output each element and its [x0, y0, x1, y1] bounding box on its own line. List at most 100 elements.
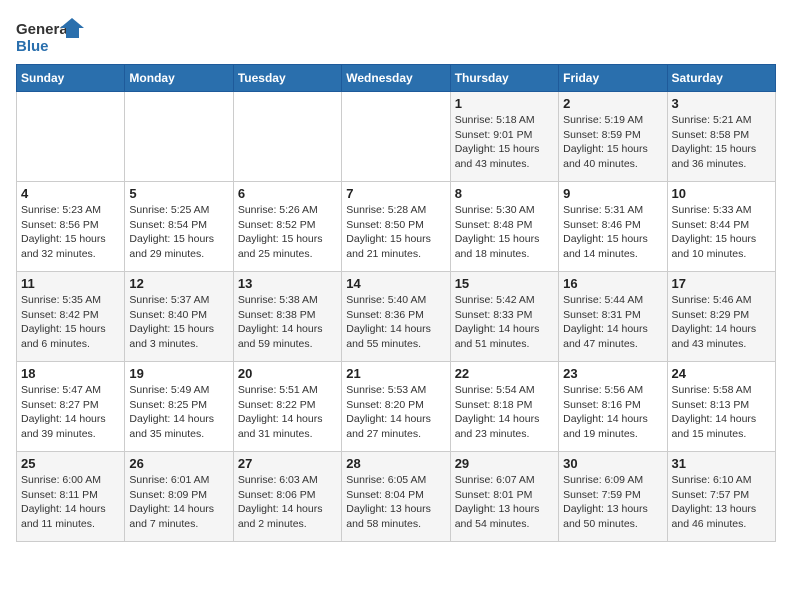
- day-cell: 30 Sunrise: 6:09 AM Sunset: 7:59 PM Dayli…: [559, 452, 667, 542]
- day-cell: 6 Sunrise: 5:26 AM Sunset: 8:52 PM Daylig…: [233, 182, 341, 272]
- weekday-header-wednesday: Wednesday: [342, 65, 450, 92]
- day-cell: 26Sunrise: 6:01 AM Sunset: 8:09 PM Dayli…: [125, 452, 233, 542]
- day-number: 16: [563, 276, 662, 291]
- day-number: 22: [455, 366, 554, 381]
- day-cell: 17 Sunrise: 5:46 AM Sunset: 8:29 PM Dayli…: [667, 272, 775, 362]
- day-info: Sunrise: 5:19 AM Sunset: 8:59 PM Dayligh…: [563, 113, 662, 172]
- day-info: Sunrise: 5:21 AM Sunset: 8:58 PM Dayligh…: [672, 113, 771, 172]
- day-number: 18: [21, 366, 120, 381]
- day-cell: 20 Sunrise: 5:51 AM Sunset: 8:22 PM Dayli…: [233, 362, 341, 452]
- day-info: Sunrise: 6:05 AM Sunset: 8:04 PM Dayligh…: [346, 473, 445, 532]
- day-number: 14: [346, 276, 445, 291]
- day-cell: 28 Sunrise: 6:05 AM Sunset: 8:04 PM Dayli…: [342, 452, 450, 542]
- weekday-header-row: SundayMondayTuesdayWednesdayThursdayFrid…: [17, 65, 776, 92]
- day-info: Sunrise: 6:10 AM Sunset: 7:57 PM Dayligh…: [672, 473, 771, 532]
- day-info: Sunrise: 5:51 AM Sunset: 8:22 PM Dayligh…: [238, 383, 337, 442]
- day-info: Sunrise: 6:09 AM Sunset: 7:59 PM Dayligh…: [563, 473, 662, 532]
- day-number: 15: [455, 276, 554, 291]
- day-cell: [125, 92, 233, 182]
- day-info: Sunrise: 6:00 AM Sunset: 8:11 PM Dayligh…: [21, 473, 120, 532]
- day-cell: 24 Sunrise: 5:58 AM Sunset: 8:13 PM Dayli…: [667, 362, 775, 452]
- day-info: Sunrise: 5:30 AM Sunset: 8:48 PM Dayligh…: [455, 203, 554, 262]
- day-number: 20: [238, 366, 337, 381]
- weekday-header-monday: Monday: [125, 65, 233, 92]
- day-number: 27: [238, 456, 337, 471]
- logo-icon: GeneralBlue: [16, 16, 86, 56]
- day-cell: 2 Sunrise: 5:19 AM Sunset: 8:59 PM Daylig…: [559, 92, 667, 182]
- day-cell: 25 Sunrise: 6:00 AM Sunset: 8:11 PM Dayli…: [17, 452, 125, 542]
- week-row-4: 18 Sunrise: 5:47 AM Sunset: 8:27 PM Dayli…: [17, 362, 776, 452]
- day-cell: 29 Sunrise: 6:07 AM Sunset: 8:01 PM Dayli…: [450, 452, 558, 542]
- day-cell: 14 Sunrise: 5:40 AM Sunset: 8:36 PM Dayli…: [342, 272, 450, 362]
- day-number: 11: [21, 276, 120, 291]
- weekday-header-sunday: Sunday: [17, 65, 125, 92]
- day-cell: 27 Sunrise: 6:03 AM Sunset: 8:06 PM Dayli…: [233, 452, 341, 542]
- weekday-header-friday: Friday: [559, 65, 667, 92]
- day-info: Sunrise: 5:23 AM Sunset: 8:56 PM Dayligh…: [21, 203, 120, 262]
- day-info: Sunrise: 6:03 AM Sunset: 8:06 PM Dayligh…: [238, 473, 337, 532]
- header: GeneralBlue: [16, 16, 776, 56]
- day-number: 29: [455, 456, 554, 471]
- day-cell: 9 Sunrise: 5:31 AM Sunset: 8:46 PM Daylig…: [559, 182, 667, 272]
- day-cell: [342, 92, 450, 182]
- day-cell: 13 Sunrise: 5:38 AM Sunset: 8:38 PM Dayli…: [233, 272, 341, 362]
- day-number: 21: [346, 366, 445, 381]
- day-info: Sunrise: 6:01 AM Sunset: 8:09 PM Dayligh…: [129, 473, 228, 532]
- weekday-header-tuesday: Tuesday: [233, 65, 341, 92]
- day-info: Sunrise: 5:42 AM Sunset: 8:33 PM Dayligh…: [455, 293, 554, 352]
- day-number: 10: [672, 186, 771, 201]
- day-info: Sunrise: 5:40 AM Sunset: 8:36 PM Dayligh…: [346, 293, 445, 352]
- week-row-2: 4 Sunrise: 5:23 AM Sunset: 8:56 PM Daylig…: [17, 182, 776, 272]
- day-info: Sunrise: 5:18 AM Sunset: 9:01 PM Dayligh…: [455, 113, 554, 172]
- day-info: Sunrise: 6:07 AM Sunset: 8:01 PM Dayligh…: [455, 473, 554, 532]
- day-cell: 1 Sunrise: 5:18 AM Sunset: 9:01 PM Daylig…: [450, 92, 558, 182]
- weekday-header-thursday: Thursday: [450, 65, 558, 92]
- day-cell: 8Sunrise: 5:30 AM Sunset: 8:48 PM Daylig…: [450, 182, 558, 272]
- day-info: Sunrise: 5:56 AM Sunset: 8:16 PM Dayligh…: [563, 383, 662, 442]
- svg-text:General: General: [16, 21, 72, 38]
- day-info: Sunrise: 5:31 AM Sunset: 8:46 PM Dayligh…: [563, 203, 662, 262]
- day-number: 25: [21, 456, 120, 471]
- day-number: 31: [672, 456, 771, 471]
- day-number: 24: [672, 366, 771, 381]
- day-number: 12: [129, 276, 228, 291]
- week-row-5: 25 Sunrise: 6:00 AM Sunset: 8:11 PM Dayli…: [17, 452, 776, 542]
- day-number: 2: [563, 96, 662, 111]
- day-cell: 22 Sunrise: 5:54 AM Sunset: 8:18 PM Dayli…: [450, 362, 558, 452]
- day-cell: 10 Sunrise: 5:33 AM Sunset: 8:44 PM Dayli…: [667, 182, 775, 272]
- day-info: Sunrise: 5:54 AM Sunset: 8:18 PM Dayligh…: [455, 383, 554, 442]
- day-cell: 18 Sunrise: 5:47 AM Sunset: 8:27 PM Dayli…: [17, 362, 125, 452]
- calendar-table: SundayMondayTuesdayWednesdayThursdayFrid…: [16, 64, 776, 542]
- day-cell: 12 Sunrise: 5:37 AM Sunset: 8:40 PM Dayli…: [125, 272, 233, 362]
- day-number: 9: [563, 186, 662, 201]
- day-number: 1: [455, 96, 554, 111]
- day-info: Sunrise: 5:38 AM Sunset: 8:38 PM Dayligh…: [238, 293, 337, 352]
- day-cell: 5 Sunrise: 5:25 AM Sunset: 8:54 PM Daylig…: [125, 182, 233, 272]
- day-info: Sunrise: 5:25 AM Sunset: 8:54 PM Dayligh…: [129, 203, 228, 262]
- day-number: 17: [672, 276, 771, 291]
- week-row-1: 1 Sunrise: 5:18 AM Sunset: 9:01 PM Daylig…: [17, 92, 776, 182]
- day-number: 30: [563, 456, 662, 471]
- day-info: Sunrise: 5:33 AM Sunset: 8:44 PM Dayligh…: [672, 203, 771, 262]
- day-info: Sunrise: 5:35 AM Sunset: 8:42 PM Dayligh…: [21, 293, 120, 352]
- day-cell: 4 Sunrise: 5:23 AM Sunset: 8:56 PM Daylig…: [17, 182, 125, 272]
- day-info: Sunrise: 5:26 AM Sunset: 8:52 PM Dayligh…: [238, 203, 337, 262]
- day-number: 6: [238, 186, 337, 201]
- day-number: 28: [346, 456, 445, 471]
- day-number: 23: [563, 366, 662, 381]
- day-number: 5: [129, 186, 228, 201]
- day-number: 4: [21, 186, 120, 201]
- day-cell: 23 Sunrise: 5:56 AM Sunset: 8:16 PM Dayli…: [559, 362, 667, 452]
- day-info: Sunrise: 5:37 AM Sunset: 8:40 PM Dayligh…: [129, 293, 228, 352]
- day-info: Sunrise: 5:49 AM Sunset: 8:25 PM Dayligh…: [129, 383, 228, 442]
- day-number: 7: [346, 186, 445, 201]
- day-info: Sunrise: 5:28 AM Sunset: 8:50 PM Dayligh…: [346, 203, 445, 262]
- day-info: Sunrise: 5:46 AM Sunset: 8:29 PM Dayligh…: [672, 293, 771, 352]
- day-info: Sunrise: 5:44 AM Sunset: 8:31 PM Dayligh…: [563, 293, 662, 352]
- day-number: 13: [238, 276, 337, 291]
- day-info: Sunrise: 5:58 AM Sunset: 8:13 PM Dayligh…: [672, 383, 771, 442]
- day-number: 3: [672, 96, 771, 111]
- day-cell: 7 Sunrise: 5:28 AM Sunset: 8:50 PM Daylig…: [342, 182, 450, 272]
- logo: GeneralBlue: [16, 16, 86, 56]
- day-info: Sunrise: 5:47 AM Sunset: 8:27 PM Dayligh…: [21, 383, 120, 442]
